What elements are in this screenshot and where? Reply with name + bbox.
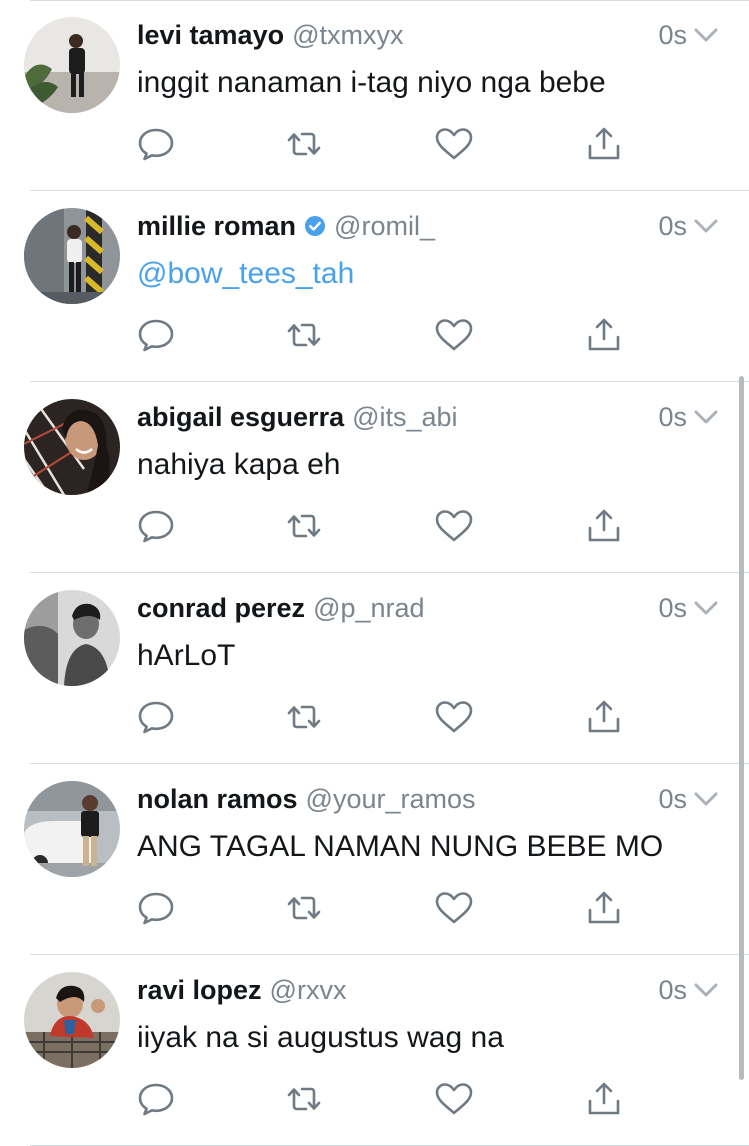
chevron-down-icon[interactable] (693, 26, 719, 44)
avatar[interactable] (24, 208, 120, 304)
chevron-down-icon[interactable] (693, 217, 719, 235)
tweet[interactable]: levi tamayo @txmxyx 0s inggit nanaman i-t… (24, 0, 749, 191)
tweet-header: abigail esguerra @its_abi (137, 400, 458, 434)
heart-icon[interactable] (434, 126, 474, 162)
timeline-feed: levi tamayo @txmxyx 0s inggit nanaman i-t… (0, 0, 749, 1146)
tweet[interactable]: abigail esguerra @its_abi 0s nahiya kapa … (24, 382, 749, 573)
share-icon[interactable] (584, 126, 624, 162)
user-handle[interactable]: @txmxyx (292, 20, 403, 50)
user-handle[interactable]: @romil_ (334, 211, 435, 241)
retweet-icon[interactable] (284, 699, 324, 735)
tweet[interactable]: nolan ramos @your_ramos 0s ANG TAGAL NAMA… (24, 764, 749, 955)
display-name[interactable]: nolan ramos (137, 784, 298, 814)
timestamp: 0s (658, 20, 687, 50)
timestamp: 0s (658, 975, 687, 1005)
tweet-header: levi tamayo @txmxyx (137, 18, 403, 52)
action-bar (137, 1081, 620, 1117)
retweet-icon[interactable] (284, 1081, 324, 1117)
timestamp: 0s (658, 211, 687, 241)
avatar[interactable] (24, 972, 120, 1068)
retweet-icon[interactable] (284, 890, 324, 926)
share-icon[interactable] (584, 508, 624, 544)
heart-icon[interactable] (434, 890, 474, 926)
tweet[interactable]: conrad perez @p_nrad 0s hArLoT (24, 573, 749, 764)
share-icon[interactable] (584, 317, 624, 353)
display-name[interactable]: abigail esguerra (137, 402, 344, 432)
tweet-header: ravi lopez @rxvx (137, 973, 346, 1007)
heart-icon[interactable] (434, 1081, 474, 1117)
display-name[interactable]: millie roman (137, 211, 296, 241)
display-name[interactable]: conrad perez (137, 593, 305, 623)
reply-icon[interactable] (137, 890, 177, 926)
avatar[interactable] (24, 781, 120, 877)
tweet[interactable]: ravi lopez @rxvx 0s iiyak na si augustus … (24, 955, 749, 1146)
chevron-down-icon[interactable] (693, 408, 719, 426)
timestamp: 0s (658, 402, 687, 432)
user-handle[interactable]: @its_abi (352, 402, 457, 432)
avatar[interactable] (24, 590, 120, 686)
chevron-down-icon[interactable] (693, 790, 719, 808)
reply-icon[interactable] (137, 317, 177, 353)
action-bar (137, 508, 620, 544)
tweet-header: millie roman @romil_ (137, 209, 435, 243)
timestamp: 0s (658, 784, 687, 814)
user-handle[interactable]: @your_ramos (306, 784, 476, 814)
share-icon[interactable] (584, 890, 624, 926)
retweet-icon[interactable] (284, 508, 324, 544)
tweet-text: iiyak na si augustus wag na (137, 1021, 504, 1054)
action-bar (137, 890, 620, 926)
avatar[interactable] (24, 17, 120, 113)
chevron-down-icon[interactable] (693, 981, 719, 999)
heart-icon[interactable] (434, 317, 474, 353)
reply-icon[interactable] (137, 126, 177, 162)
tweet[interactable]: millie roman @romil_ 0s @bow_tees_tah (24, 191, 749, 382)
reply-icon[interactable] (137, 699, 177, 735)
retweet-icon[interactable] (284, 317, 324, 353)
chevron-down-icon[interactable] (693, 599, 719, 617)
reply-icon[interactable] (137, 1081, 177, 1117)
user-handle[interactable]: @rxvx (270, 975, 347, 1005)
avatar[interactable] (24, 399, 120, 495)
reply-icon[interactable] (137, 508, 177, 544)
display-name[interactable]: ravi lopez (137, 975, 262, 1005)
share-icon[interactable] (584, 699, 624, 735)
verified-badge-icon (305, 216, 326, 236)
heart-icon[interactable] (434, 699, 474, 735)
user-handle[interactable]: @p_nrad (313, 593, 424, 623)
heart-icon[interactable] (434, 508, 474, 544)
tweet-text: nahiya kapa eh (137, 448, 341, 481)
tweet-text: ANG TAGAL NAMAN NUNG BEBE MO (137, 830, 664, 863)
tweet-header: nolan ramos @your_ramos (137, 782, 476, 816)
display-name[interactable]: levi tamayo (137, 20, 284, 50)
tweet-text: inggit nanaman i-tag niyo nga bebe (137, 66, 606, 99)
retweet-icon[interactable] (284, 126, 324, 162)
action-bar (137, 699, 620, 735)
share-icon[interactable] (584, 1081, 624, 1117)
mention-link[interactable]: @bow_tees_tah (137, 255, 354, 293)
scrollbar[interactable] (739, 376, 744, 1080)
action-bar (137, 317, 620, 353)
action-bar (137, 126, 620, 162)
tweet-header: conrad perez @p_nrad (137, 591, 425, 625)
timestamp: 0s (658, 593, 687, 623)
tweet-text: hArLoT (137, 639, 236, 672)
